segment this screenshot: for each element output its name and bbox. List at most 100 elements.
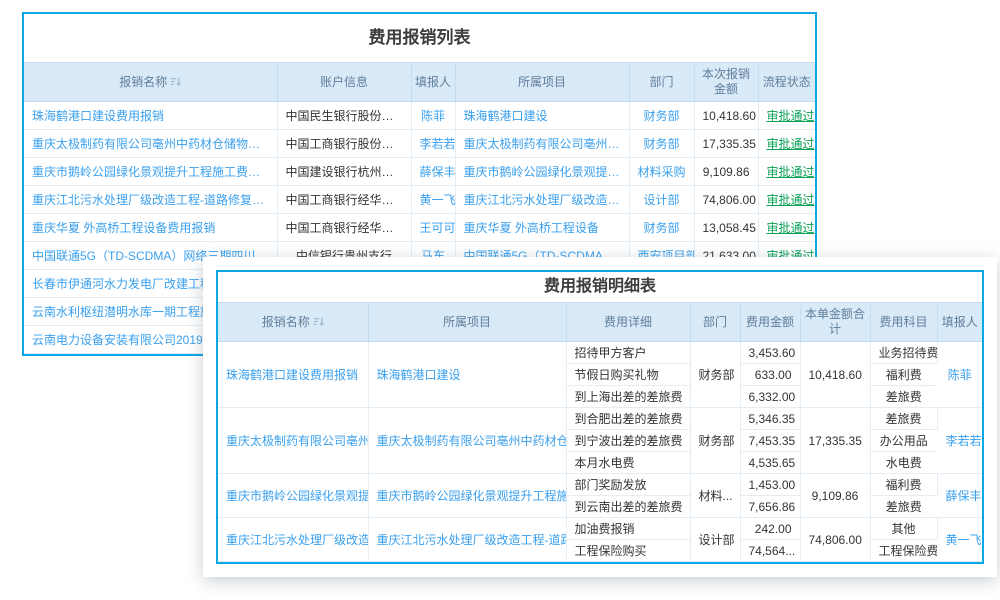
project-link[interactable]: 重庆市鹅岭公园绿化景观提升工程施工 <box>368 474 566 518</box>
account-cell: 中国工商银行股份有限... <box>277 130 411 158</box>
detail-cell: 本月水电费 <box>566 452 690 474</box>
table-row: 重庆江北污水处理厂级改造工程- 重庆江北污水处理厂级改造工程-道路修复工 加油费… <box>218 518 982 540</box>
category-cell: 其他 <box>870 518 937 540</box>
column-header-amount: 费用金额 <box>740 303 800 342</box>
project-link[interactable]: 重庆太极制药有限公司亳州中药材仓储物流 <box>368 408 566 474</box>
category-cell: 福利费 <box>870 364 937 386</box>
column-header-total: 本单金额合计 <box>800 303 870 342</box>
reporter-link[interactable]: 李若若 <box>411 130 455 158</box>
status-link[interactable]: 审批通过 <box>767 109 815 123</box>
report-name-link[interactable]: 重庆华夏 外高桥工程设备费用报销 <box>24 214 277 242</box>
table-row: 重庆太极制药有限公司亳州中药材 重庆太极制药有限公司亳州中药材仓储物流 到合肥出… <box>218 408 982 430</box>
column-header-report-name: 报销名称 <box>218 303 368 342</box>
amount-cell: 242.00 <box>740 518 800 540</box>
table-row: 重庆太极制药有限公司亳州中药材仓储物流基地项... 中国工商银行股份有限... … <box>24 130 815 158</box>
project-link[interactable]: 重庆华夏 外高桥工程设备 <box>455 214 629 242</box>
category-cell: 差旅费 <box>870 408 937 430</box>
detail-cell: 到上海出差的差旅费 <box>566 386 690 408</box>
status-link[interactable]: 审批通过 <box>767 221 815 235</box>
status-link[interactable]: 审批通过 <box>767 165 815 179</box>
table-row: 重庆市鹅岭公园绿化景观提升工程 重庆市鹅岭公园绿化景观提升工程施工 部门奖励发放… <box>218 474 982 496</box>
column-header-dept: 部门 <box>690 303 740 342</box>
report-name-link[interactable]: 重庆市鹅岭公园绿化景观提升工程施工费用报销 <box>24 158 277 186</box>
detail-cell: 节假日购买礼物 <box>566 364 690 386</box>
reporter-link[interactable]: 李若若 <box>937 408 982 474</box>
column-header-category: 费用科目 <box>870 303 937 342</box>
amount-cell: 4,535.65 <box>740 452 800 474</box>
column-header-label: 报销名称 <box>119 75 167 90</box>
project-link[interactable]: 重庆江北污水处理厂级改造工... <box>455 186 629 214</box>
table-row: 重庆华夏 外高桥工程设备费用报销 中国工商银行经华路支行 王可可 重庆华夏 外高… <box>24 214 815 242</box>
amount-cell: 10,418.60 <box>694 102 758 130</box>
account-cell: 中国建设银行杭州市上... <box>277 158 411 186</box>
report-name-link[interactable]: 重庆太极制药有限公司亳州中药材 <box>218 408 368 474</box>
project-link[interactable]: 珠海鹤港口建设 <box>455 102 629 130</box>
column-header-account: 账户信息 <box>277 63 411 102</box>
amount-cell: 6,332.00 <box>740 386 800 408</box>
amount-cell: 5,346.35 <box>740 408 800 430</box>
project-link[interactable]: 重庆太极制药有限公司亳州中... <box>455 130 629 158</box>
report-name-link[interactable]: 重庆江北污水处理厂级改造工程-道路修复工程费用... <box>24 186 277 214</box>
project-link[interactable]: 珠海鹤港口建设 <box>368 342 566 408</box>
dept-cell: 财务部 <box>690 342 740 408</box>
column-header-amount: 本次报销金额 <box>694 63 758 102</box>
expense-detail-title: 费用报销明细表 <box>218 272 982 302</box>
expense-detail-header-row: 报销名称 所属项目 费用详细 部门 费用金额 本单金额合计 费用科目 填报人 <box>218 303 982 342</box>
reporter-link[interactable]: 黄一飞 <box>937 518 982 562</box>
amount-cell: 13,058.45 <box>694 214 758 242</box>
detail-cell: 到宁波出差的差旅费 <box>566 430 690 452</box>
category-cell: 业务招待费 <box>870 342 937 364</box>
expense-detail-table-frame: 费用报销明细表 报销名称 所属项目 费用详细 部门 费用金额 本单金额合计 费用… <box>216 270 984 564</box>
report-name-link[interactable]: 珠海鹤港口建设费用报销 <box>218 342 368 408</box>
amount-cell: 1,453.00 <box>740 474 800 496</box>
project-link[interactable]: 重庆市鹅岭公园绿化景观提升... <box>455 158 629 186</box>
total-cell: 10,418.60 <box>800 342 870 408</box>
report-name-link[interactable]: 重庆市鹅岭公园绿化景观提升工程 <box>218 474 368 518</box>
reporter-link[interactable]: 王可可 <box>411 214 455 242</box>
column-header-project: 所属项目 <box>455 63 629 102</box>
amount-cell: 9,109.86 <box>694 158 758 186</box>
reporter-link[interactable]: 薛保丰 <box>411 158 455 186</box>
report-name-link[interactable]: 珠海鹤港口建设费用报销 <box>24 102 277 130</box>
amount-cell: 74,806.00 <box>694 186 758 214</box>
status-link[interactable]: 审批通过 <box>767 137 815 151</box>
sort-icon[interactable] <box>313 316 324 327</box>
dept-link[interactable]: 材料采购 <box>629 158 694 186</box>
dept-link[interactable]: 财务部 <box>629 102 694 130</box>
category-cell: 差旅费 <box>870 386 937 408</box>
reporter-link[interactable]: 薛保丰 <box>937 474 982 518</box>
column-header-reporter: 填报人 <box>411 63 455 102</box>
column-header-reporter: 填报人 <box>937 303 982 342</box>
dept-cell: 材料... <box>690 474 740 518</box>
amount-cell: 17,335.35 <box>694 130 758 158</box>
dept-link[interactable]: 设计部 <box>629 186 694 214</box>
column-header-project: 所属项目 <box>368 303 566 342</box>
column-header-report-name: 报销名称 <box>24 63 277 102</box>
sort-icon[interactable] <box>170 76 181 87</box>
dept-link[interactable]: 财务部 <box>629 214 694 242</box>
expense-detail-card: 费用报销明细表 报销名称 所属项目 费用详细 部门 费用金额 本单金额合计 费用… <box>203 257 997 577</box>
column-header-label: 报销名称 <box>262 315 310 330</box>
reporter-link[interactable]: 陈菲 <box>937 342 982 408</box>
report-name-link[interactable]: 重庆江北污水处理厂级改造工程- <box>218 518 368 562</box>
status-link[interactable]: 审批通过 <box>767 193 815 207</box>
amount-cell: 74,564... <box>740 540 800 562</box>
report-name-link[interactable]: 重庆太极制药有限公司亳州中药材仓储物流基地项... <box>24 130 277 158</box>
column-header-status: 流程状态 <box>758 63 815 102</box>
amount-cell: 7,656.86 <box>740 496 800 518</box>
table-row: 珠海鹤港口建设费用报销 珠海鹤港口建设 招待甲方客户 财务部 3,453.60 … <box>218 342 982 364</box>
category-cell: 水电费 <box>870 452 937 474</box>
amount-cell: 633.00 <box>740 364 800 386</box>
reporter-link[interactable]: 黄一飞 <box>411 186 455 214</box>
reporter-link[interactable]: 陈菲 <box>411 102 455 130</box>
expense-detail-table: 报销名称 所属项目 费用详细 部门 费用金额 本单金额合计 费用科目 填报人 珠… <box>218 302 982 562</box>
detail-cell: 到云南出差的差旅费 <box>566 496 690 518</box>
dept-link[interactable]: 财务部 <box>629 130 694 158</box>
table-row: 重庆江北污水处理厂级改造工程-道路修复工程费用... 中国工商银行经华路支行 黄… <box>24 186 815 214</box>
project-link[interactable]: 重庆江北污水处理厂级改造工程-道路修复工 <box>368 518 566 562</box>
dept-cell: 财务部 <box>690 408 740 474</box>
detail-cell: 加油费报销 <box>566 518 690 540</box>
column-header-dept: 部门 <box>629 63 694 102</box>
amount-cell: 7,453.35 <box>740 430 800 452</box>
category-cell: 工程保险费 <box>870 540 937 562</box>
